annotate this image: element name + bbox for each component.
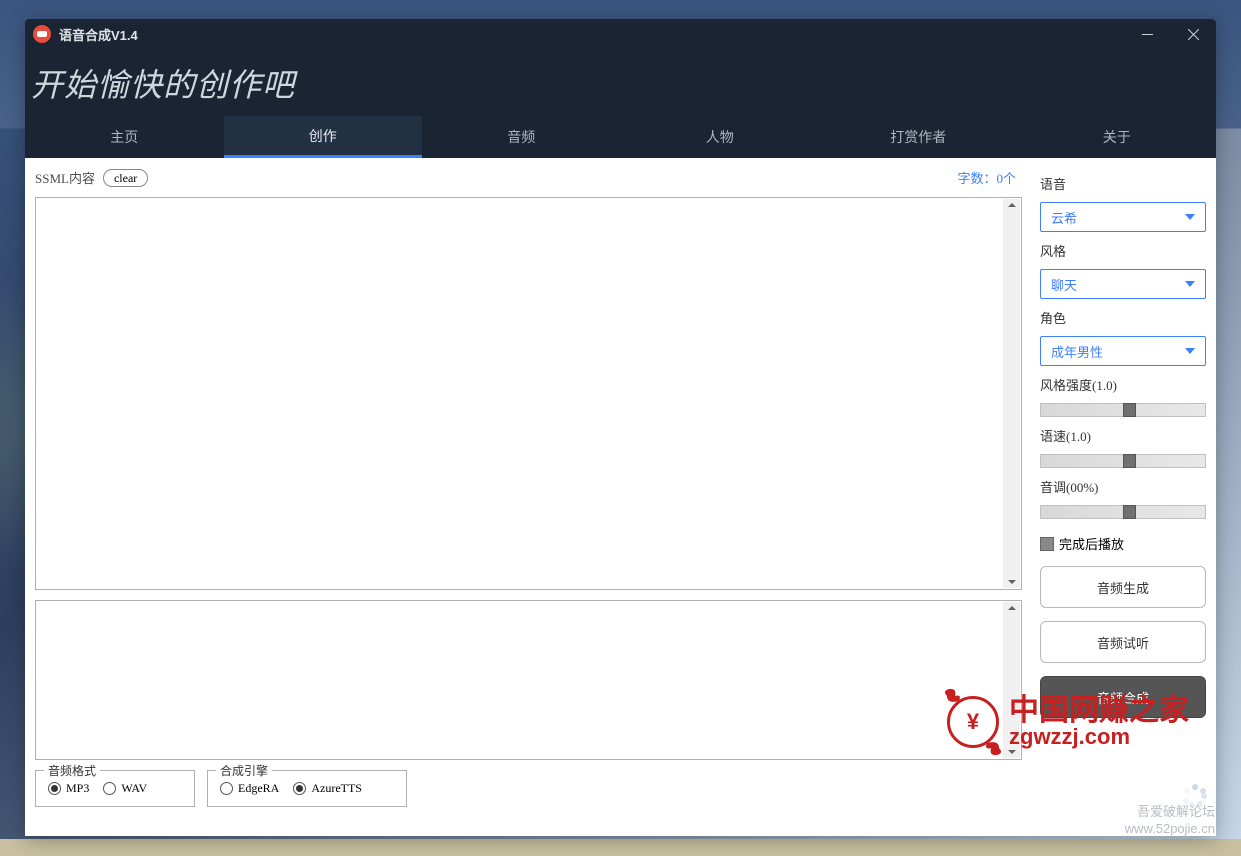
header: 开始愉快的创作吧	[25, 49, 1216, 116]
ssml-header-row: SSML内容 clear 字数：0个	[35, 168, 1022, 187]
ssml-label: SSML内容	[35, 168, 95, 187]
clear-button[interactable]: clear	[103, 169, 148, 187]
radio-mp3[interactable]: MP3	[48, 781, 89, 796]
tab-label: 主页	[110, 127, 138, 147]
select-value: 云希	[1051, 208, 1077, 227]
select-value: 聊天	[1051, 275, 1077, 294]
close-button[interactable]	[1170, 19, 1216, 49]
pitch-slider[interactable]	[1040, 505, 1206, 519]
bottom-groups: 音频格式 MP3 WAV 合成引擎	[35, 770, 1022, 807]
audio-format-group: 音频格式 MP3 WAV	[35, 770, 195, 807]
style-degree-label: 风格强度(1.0)	[1040, 375, 1206, 394]
watermark-text: 中国网赚之家 zgwzzj.com	[1009, 696, 1189, 748]
left-column: SSML内容 clear 字数：0个 音频格式	[35, 168, 1022, 826]
button-label: 音频试听	[1097, 633, 1149, 652]
radio-icon	[48, 782, 61, 795]
tab-audio[interactable]: 音频	[422, 116, 621, 158]
pitch-label: 音调(00%)	[1040, 477, 1206, 496]
app-title: 语音合成V1.4	[59, 25, 138, 44]
scroll-up-icon	[1008, 203, 1016, 207]
tab-label: 打赏作者	[890, 127, 946, 147]
minimize-button[interactable]	[1124, 19, 1170, 49]
ssml-textarea[interactable]	[35, 197, 1022, 590]
radio-azuretts[interactable]: AzureTTS	[293, 781, 362, 796]
watermark-en: zgwzzj.com	[1009, 726, 1189, 748]
play-after-checkbox[interactable]: 完成后播放	[1040, 534, 1206, 553]
forum-watermark: 吾爱破解论坛 www.52pojie.cn	[1125, 804, 1215, 838]
chevron-down-icon	[1185, 348, 1195, 354]
chevron-down-icon	[1185, 214, 1195, 220]
slider-thumb[interactable]	[1123, 403, 1136, 417]
tab-donate[interactable]: 打赏作者	[819, 116, 1018, 158]
nav-tabs: 主页 创作 音频 人物 打赏作者 关于	[25, 116, 1216, 158]
watermark-cn: 中国网赚之家	[1009, 696, 1189, 726]
tab-home[interactable]: 主页	[25, 116, 224, 158]
radio-label: AzureTTS	[311, 781, 362, 796]
slogan: 开始愉快的创作吧	[31, 60, 295, 106]
tab-label: 关于	[1103, 127, 1131, 147]
engine-group: 合成引擎 EdgeRA AzureTTS	[207, 770, 407, 807]
forum-line2: www.52pojie.cn	[1125, 821, 1215, 838]
radio-icon	[293, 782, 306, 795]
tab-label: 人物	[706, 127, 734, 147]
rate-slider[interactable]	[1040, 454, 1206, 468]
select-value: 成年男性	[1051, 342, 1103, 361]
slider-thumb[interactable]	[1123, 454, 1136, 468]
engine-legend: 合成引擎	[216, 762, 272, 779]
app-icon	[33, 25, 51, 43]
style-label: 风格	[1040, 241, 1206, 260]
output-textarea[interactable]	[35, 600, 1022, 760]
tab-label: 音频	[507, 127, 535, 147]
checkbox-label: 完成后播放	[1059, 534, 1124, 553]
tab-create[interactable]: 创作	[224, 116, 423, 158]
style-degree-slider[interactable]	[1040, 403, 1206, 417]
radio-label: EdgeRA	[238, 781, 279, 796]
role-label: 角色	[1040, 308, 1206, 327]
voice-label: 语音	[1040, 174, 1206, 193]
voice-select[interactable]: 云希	[1040, 202, 1206, 232]
scroll-up-icon	[1008, 606, 1016, 610]
radio-label: WAV	[121, 781, 147, 796]
tab-about[interactable]: 关于	[1018, 116, 1217, 158]
button-label: 音频生成	[1097, 578, 1149, 597]
radio-label: MP3	[66, 781, 89, 796]
radio-wav[interactable]: WAV	[103, 781, 147, 796]
tab-label: 创作	[309, 126, 337, 146]
radio-edgera[interactable]: EdgeRA	[220, 781, 279, 796]
audio-format-legend: 音频格式	[44, 762, 100, 779]
generate-button[interactable]: 音频生成	[1040, 566, 1206, 608]
style-select[interactable]: 聊天	[1040, 269, 1206, 299]
rate-label: 语速(1.0)	[1040, 426, 1206, 445]
chevron-down-icon	[1185, 281, 1195, 287]
char-count: 字数：0个	[957, 168, 1016, 187]
radio-icon	[103, 782, 116, 795]
watermark-logo: ¥ 中国网赚之家 zgwzzj.com	[943, 686, 1213, 758]
radio-icon	[220, 782, 233, 795]
role-select[interactable]: 成年男性	[1040, 336, 1206, 366]
tab-person[interactable]: 人物	[621, 116, 820, 158]
scroll-down-icon	[1008, 580, 1016, 584]
preview-button[interactable]: 音频试听	[1040, 621, 1206, 663]
slider-thumb[interactable]	[1123, 505, 1136, 519]
scrollbar[interactable]	[1003, 199, 1020, 588]
titlebar: 语音合成V1.4	[25, 19, 1216, 49]
forum-line1: 吾爱破解论坛	[1125, 804, 1215, 821]
checkbox-icon	[1040, 537, 1054, 551]
coin-icon: ¥	[943, 692, 1003, 752]
